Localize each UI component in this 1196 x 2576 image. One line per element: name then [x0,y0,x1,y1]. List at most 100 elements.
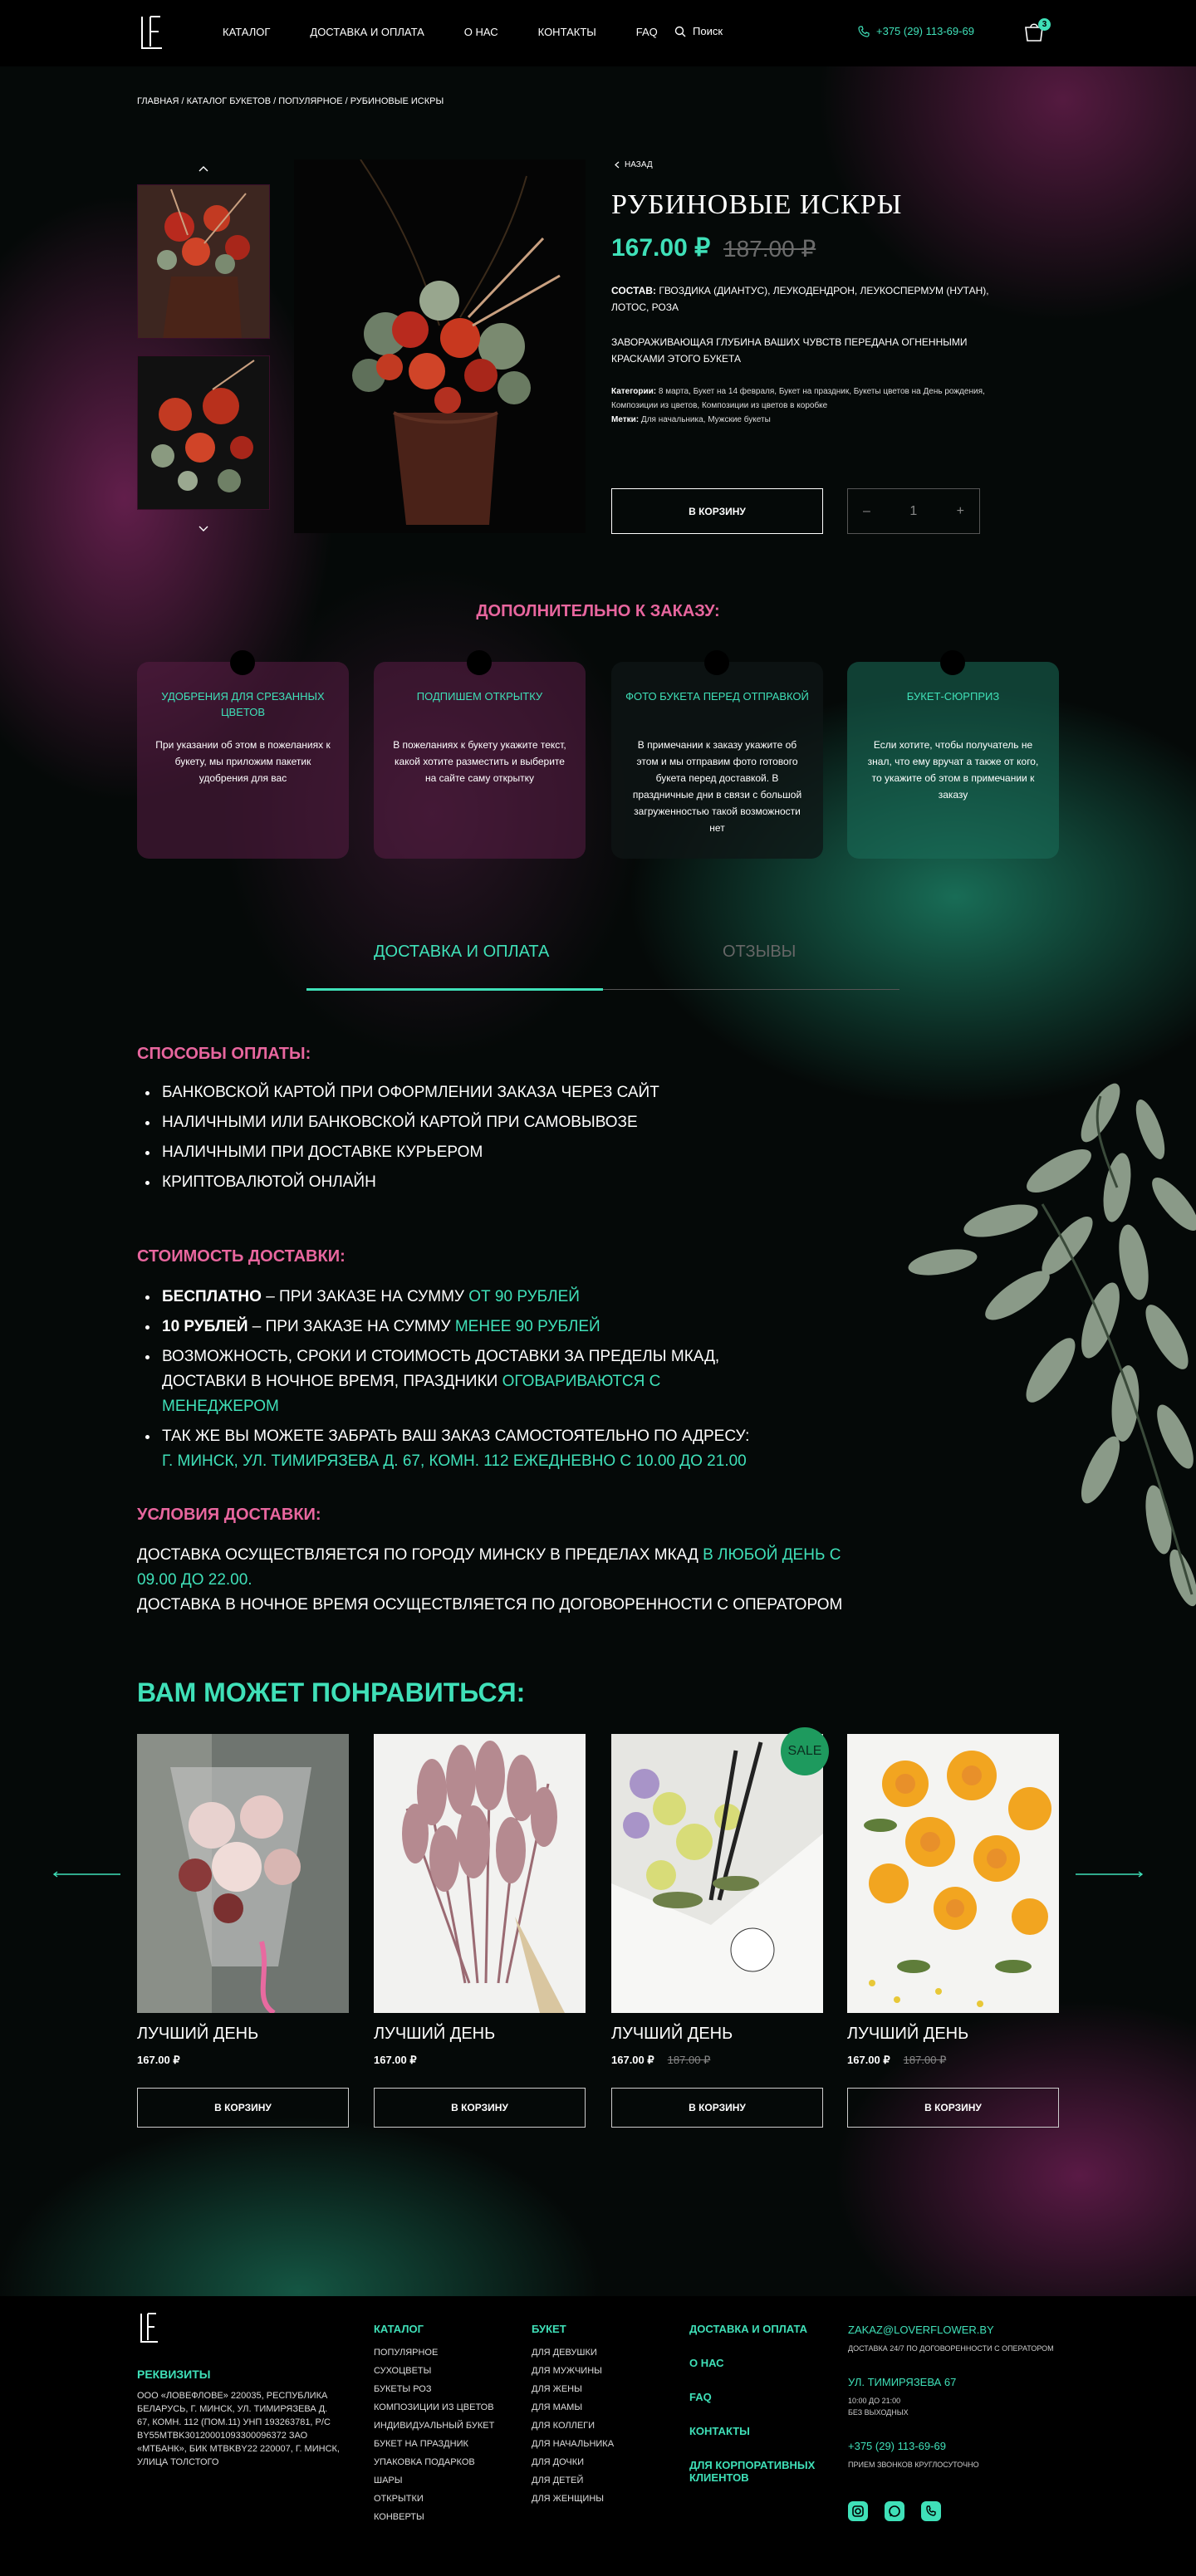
nav-delivery[interactable]: Доставка и оплата [310,26,424,38]
product-card[interactable]: Лучший день 167.00 ₽ В корзину [137,1734,349,2128]
footer-link[interactable]: Шары [374,2471,494,2490]
product-card-name[interactable]: Лучший день [374,2025,586,2044]
product-card-name[interactable]: Лучший день [611,2025,823,2044]
footer-catalog-heading[interactable]: Каталог [374,2323,494,2335]
quantity-value[interactable]: 1 [909,504,917,519]
tags-links[interactable]: Для начальника, Мужские букеты [641,415,771,424]
tab-delivery[interactable]: Доставка и оплата [374,943,549,962]
product-meta: Категории: 8 марта, Букет на 14 февраля,… [611,384,1002,427]
product-card-add-to-cart-button[interactable]: В корзину [374,2088,586,2128]
breadcrumb[interactable]: Главная / Каталог букетов / Популярное /… [137,96,444,106]
footer-link[interactable]: Композиции из цветов [374,2398,494,2417]
extra-card-title: Подпишем открытку [416,690,543,703]
nav-contacts[interactable]: Контакты [538,26,596,38]
cart-count-badge: 3 [1038,18,1051,31]
product-card-name[interactable]: Лучший день [137,2025,349,2044]
product-card-name[interactable]: Лучший день [847,2025,1059,2044]
footer-address[interactable]: ул. Тимирязева 67 [848,2376,1064,2388]
bouquet-image [294,159,586,533]
nav-about[interactable]: О нас [464,26,498,38]
categories-links[interactable]: 8 марта, Букет на 14 февраля, Букет на п… [611,387,985,410]
footer-link[interactable]: Популярное [374,2343,494,2362]
gallery-thumbnail-1[interactable] [137,184,270,339]
quantity-increase-button[interactable]: + [957,504,964,519]
main-nav: Каталог Доставка и оплата О нас Контакты… [223,26,698,38]
product-card-current-price: 167.00 ₽ [374,2054,417,2066]
footer-link[interactable]: Для дочки [532,2453,614,2471]
bouquet-image [137,1734,349,2013]
list-item: Наличными или банковской картой при само… [145,1108,659,1138]
whatsapp-icon[interactable] [885,2501,904,2521]
product-description: Завораживающая глубина ваших чувств пере… [611,336,968,365]
delivery-terms-heading: Условия доставки: [137,1506,321,1524]
footer-link[interactable]: Для детей [532,2471,614,2490]
extra-card-title: Фото букета перед отправкой [625,690,809,703]
footer-link[interactable]: Для девушки [532,2343,614,2362]
product-card-add-to-cart-button[interactable]: В корзину [847,2088,1059,2128]
product-card-image[interactable] [137,1734,349,2013]
add-to-cart-button[interactable]: В корзину [611,488,823,534]
footer-email[interactable]: zakaz@loverflower.by [848,2324,1064,2336]
footer-link-delivery[interactable]: Доставка и оплата [689,2323,831,2335]
product-card-add-to-cart-button[interactable]: В корзину [611,2088,823,2128]
bouquet-thumbnail-image [138,356,269,509]
product-card-image[interactable] [611,1734,823,2013]
footer-link-contacts[interactable]: Контакты [689,2425,831,2437]
nav-catalog[interactable]: Каталог [223,26,270,38]
footer-phone[interactable]: +375 (29) 113-69-69 [848,2440,1064,2452]
product-card-add-to-cart-button[interactable]: В корзину [137,2088,349,2128]
extra-card-fertilizer[interactable]: Удобрения для срезанных цветов При указа… [137,650,349,859]
tab-reviews[interactable]: Отзывы [723,943,796,962]
product-card-price: 167.00 ₽ 187.00 ₽ [847,2054,1059,2067]
product-card[interactable]: Лучший день 167.00 ₽ В корзину [374,1734,586,2128]
gallery-thumbnail-2[interactable] [137,355,270,510]
viber-icon[interactable] [921,2501,941,2521]
carousel-prev-arrow-icon[interactable] [52,1871,120,1878]
header-phone[interactable]: +375 (29) 113-69-69 [858,25,974,37]
footer-link[interactable]: Индивидуальный букет [374,2417,494,2435]
extra-card-surprise[interactable]: Букет-сюрприз Если хотите, чтобы получат… [847,650,1059,859]
footer-link[interactable]: Букеты роз [374,2380,494,2398]
footer-link-corporate[interactable]: Для корпоративных клиентов [689,2459,831,2484]
footer-link[interactable]: Сухоцветы [374,2362,494,2380]
extra-card-photo[interactable]: Фото букета перед отправкой В примечании… [611,650,823,859]
card-dot-icon [230,650,255,675]
product-card-image[interactable] [847,1734,1059,2013]
product-card[interactable]: Лучший день 167.00 ₽ 187.00 ₽ В корзину [611,1734,823,2128]
instagram-icon[interactable] [848,2501,868,2521]
footer-link[interactable]: Конверты [374,2508,494,2526]
composition-label: Состав: [611,285,656,296]
footer-link[interactable]: Для начальника [532,2435,614,2453]
search-icon [674,26,686,37]
product-card-image[interactable] [374,1734,586,2013]
footer-link[interactable]: Для мамы [532,2398,614,2417]
brand-logo[interactable] [137,13,167,51]
back-link[interactable]: Назад [615,160,653,169]
footer-link-faq[interactable]: FAQ [689,2391,831,2403]
footer-link[interactable]: Упаковка подарков [374,2453,494,2471]
carousel-next-arrow-icon[interactable] [1076,1871,1144,1878]
footer-bouquet-column: Букет Для девушки Для мужчины Для жены Д… [532,2323,614,2508]
bouquet-image [847,1734,1059,2013]
footer-link[interactable]: Для мужчины [532,2362,614,2380]
gallery-down-arrow-icon[interactable] [198,525,209,533]
footer-link[interactable]: Открытки [374,2490,494,2508]
product-price: 167.00 ₽ [611,234,711,262]
footer-link[interactable]: Букет на праздник [374,2435,494,2453]
footer-link[interactable]: Для коллеги [532,2417,614,2435]
gallery-up-arrow-icon[interactable] [198,164,209,173]
quantity-decrease-button[interactable]: – [863,504,870,519]
product-card[interactable]: Лучший день 167.00 ₽ 187.00 ₽ В корзину [847,1734,1059,2128]
footer-link[interactable]: Для женщины [532,2490,614,2508]
footer-link-about[interactable]: О нас [689,2357,831,2369]
nav-faq[interactable]: FAQ [636,26,658,38]
extra-card-postcard[interactable]: Подпишем открытку В пожеланиях к букету … [374,650,586,859]
product-card-price: 167.00 ₽ 187.00 ₽ [611,2054,823,2067]
footer-link[interactable]: Для жены [532,2380,614,2398]
paid-highlight: менее 90 рублей [454,1318,600,1335]
footer-brand-logo[interactable] [137,2311,162,2344]
delivery-cost-list: Бесплатно – при заказе на сумму от 90 ру… [145,1282,777,1474]
search-button[interactable]: Поиск [674,25,723,37]
footer-bouquet-heading[interactable]: Букет [532,2323,614,2335]
card-dot-icon [704,650,729,675]
